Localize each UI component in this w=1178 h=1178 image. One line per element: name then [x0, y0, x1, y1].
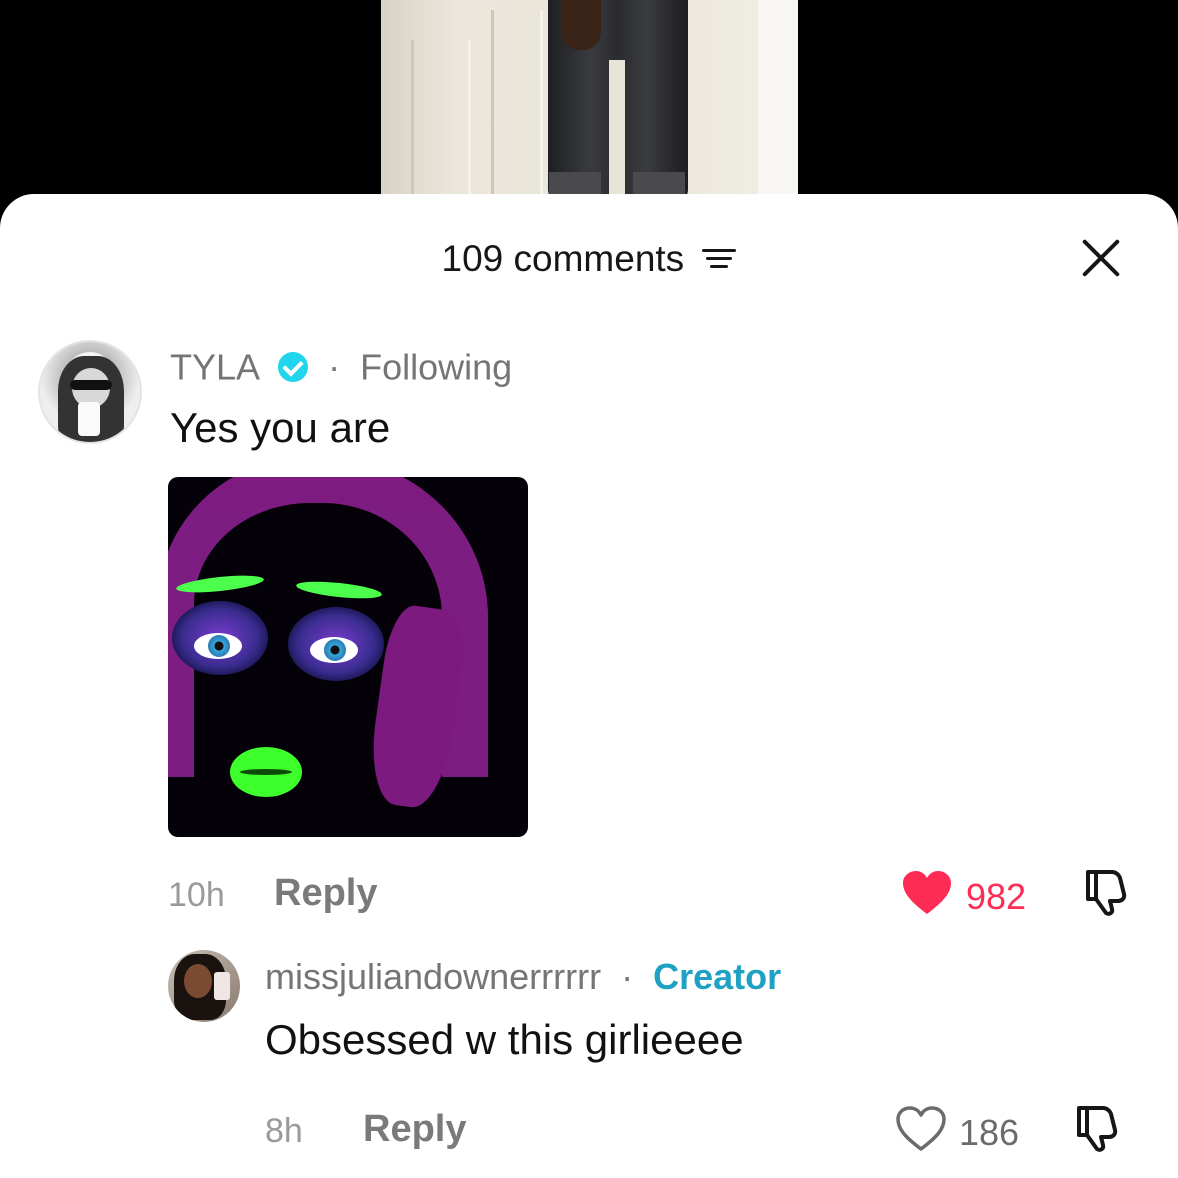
like-count: 186: [959, 1112, 1020, 1153]
creator-badge: Creator: [653, 956, 782, 997]
comment-actions: 10h Reply 982: [168, 870, 1138, 920]
heart-outline-icon[interactable]: [895, 1106, 947, 1152]
separator-dot: ·: [328, 346, 341, 388]
comment-author-row: missjuliandownerrrrrr · Creator: [265, 956, 781, 998]
comment-author-row: TYLA · Following: [170, 344, 512, 388]
comments-sheet: 109 comments TYLA · Following Yes you ar…: [0, 194, 1178, 1178]
verified-icon: [278, 352, 309, 383]
video-detail: [758, 0, 798, 200]
video-frame[interactable]: [381, 0, 798, 200]
comment-sticker-image[interactable]: [168, 477, 528, 837]
comments-header: 109 comments: [0, 194, 1178, 320]
door-panel: [411, 40, 471, 200]
relation-label: Following: [360, 346, 513, 388]
video-detail: [609, 60, 625, 200]
comments-title[interactable]: 109 comments: [0, 236, 1178, 280]
comment-time: 8h: [265, 1112, 303, 1150]
separator-dot: ·: [621, 956, 634, 997]
door-panel: [491, 10, 543, 200]
avatar[interactable]: [38, 340, 142, 444]
sort-icon[interactable]: [702, 246, 737, 272]
username[interactable]: missjuliandownerrrrrr: [265, 956, 601, 997]
heart-filled-icon[interactable]: [901, 870, 953, 916]
video-background[interactable]: [0, 0, 1178, 200]
video-detail: [561, 0, 601, 50]
comment-count: 109 comments: [441, 238, 685, 280]
reply-button[interactable]: Reply: [274, 872, 377, 915]
dislike-icon[interactable]: [1073, 1102, 1121, 1152]
avatar[interactable]: [168, 950, 240, 1022]
comment-text: Yes you are: [170, 404, 391, 451]
comment-time: 10h: [168, 876, 225, 914]
close-icon[interactable]: [1080, 238, 1120, 278]
comment-actions: 8h Reply 186: [265, 1106, 1138, 1156]
comment-text: Obsessed w this girlieeee: [265, 1016, 744, 1063]
like-count: 982: [966, 876, 1027, 917]
username[interactable]: TYLA: [170, 346, 260, 387]
dislike-icon[interactable]: [1082, 866, 1130, 916]
reply-button[interactable]: Reply: [363, 1108, 466, 1151]
